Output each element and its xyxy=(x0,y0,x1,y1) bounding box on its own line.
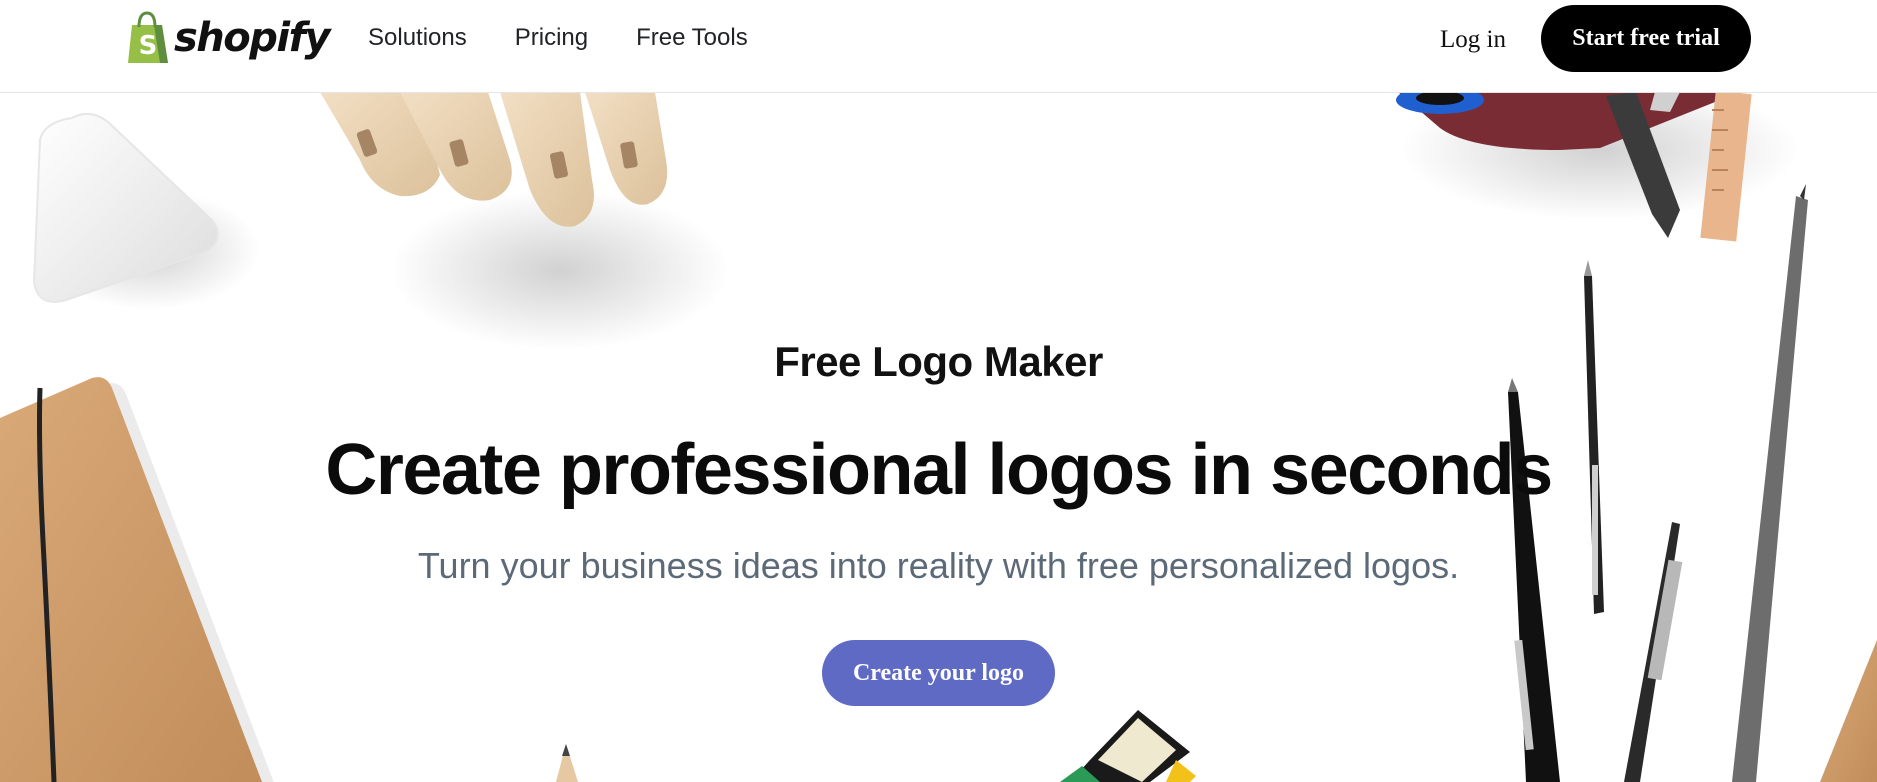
brand-wordmark: shopify xyxy=(174,15,331,61)
shopify-logo[interactable]: S shopify xyxy=(124,10,331,66)
hero-section: Free Logo Maker Create professional logo… xyxy=(0,0,1877,782)
main-nav: Solutions Pricing Free Tools xyxy=(368,22,748,54)
nav-item-solutions[interactable]: Solutions xyxy=(368,22,467,54)
create-your-logo-button[interactable]: Create your logo xyxy=(822,640,1055,706)
hero-kicker: Free Logo Maker xyxy=(774,338,1103,385)
hero-subheading: Turn your business ideas into reality wi… xyxy=(417,545,1460,586)
hero-headline: Create professional logos in seconds xyxy=(325,430,1553,510)
svg-text:S: S xyxy=(139,31,158,61)
site-header: S shopify Solutions Pricing Free Tools L… xyxy=(0,0,1877,93)
start-free-trial-button[interactable]: Start free trial xyxy=(1541,5,1751,72)
shopping-bag-icon: S xyxy=(128,11,168,63)
nav-item-pricing[interactable]: Pricing xyxy=(515,22,588,54)
nav-item-free-tools[interactable]: Free Tools xyxy=(636,22,748,54)
login-link[interactable]: Log in xyxy=(1440,24,1506,56)
